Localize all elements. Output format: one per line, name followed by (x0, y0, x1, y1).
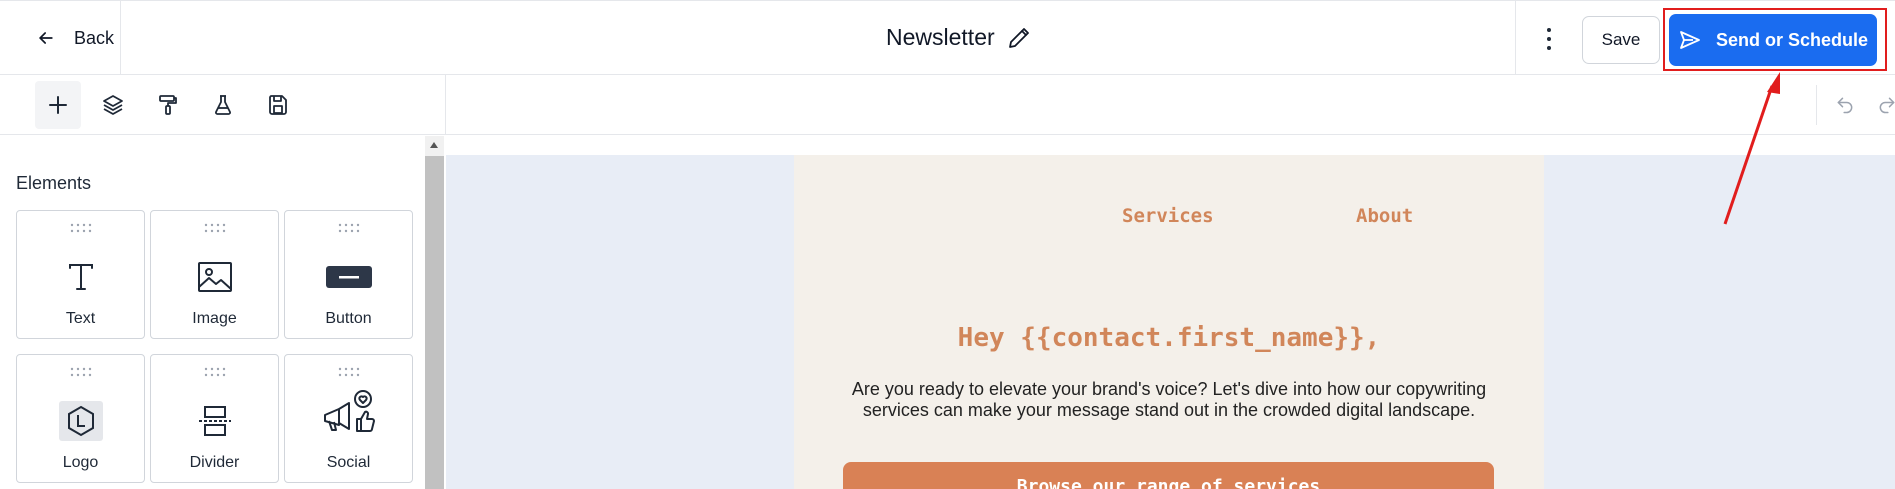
back-label: Back (74, 27, 115, 48)
element-card-text[interactable]: Text (16, 210, 145, 339)
layers-tab[interactable] (90, 81, 136, 129)
logo-icon (58, 401, 103, 441)
save-disk-icon (269, 95, 287, 115)
email-preview: Services About Hey {{contact.first_name}… (794, 155, 1544, 489)
email-body-line: services can make your message stand out… (862, 400, 1476, 420)
drag-handle-icon (338, 223, 360, 233)
social-icon (323, 390, 375, 432)
send-or-schedule-label: Send or Schedule (1715, 29, 1869, 50)
redo-icon[interactable] (1877, 95, 1895, 115)
pencil-edit-icon[interactable] (1007, 26, 1031, 50)
plus-icon (49, 96, 67, 114)
element-label: Divider (189, 454, 240, 471)
element-label: Social (326, 454, 371, 471)
element-card-logo[interactable]: Logo (16, 354, 145, 483)
divider-icon (198, 406, 231, 436)
panel-tabs (0, 75, 446, 135)
panel-title: Elements (16, 173, 92, 193)
text-icon (68, 264, 93, 290)
email-greeting[interactable]: Hey {{contact.first_name}}, (794, 323, 1544, 353)
drag-handle-icon (204, 367, 226, 377)
element-card-social[interactable]: Social (284, 354, 413, 483)
email-nav-services[interactable]: Services (1122, 205, 1214, 227)
drag-handle-icon (338, 367, 360, 377)
button-icon (325, 266, 372, 288)
save-template-tab[interactable] (255, 81, 301, 129)
panel-scrollbar[interactable] (425, 136, 444, 489)
email-body-text[interactable]: Are you ready to elevate your brand's vo… (844, 379, 1494, 421)
image-icon (197, 262, 232, 292)
email-nav-about[interactable]: About (1356, 205, 1413, 227)
arrow-left-icon (39, 32, 53, 44)
element-card-divider[interactable]: Divider (150, 354, 279, 483)
styles-tab[interactable] (145, 81, 191, 129)
paper-plane-icon (1680, 31, 1700, 49)
drag-handle-icon (204, 223, 226, 233)
scroll-up-arrow-icon (430, 142, 438, 148)
save-button[interactable]: Save (1582, 16, 1660, 64)
page-title: Newsletter (886, 24, 995, 50)
back-button[interactable]: Back (0, 1, 121, 75)
history-controls (1816, 85, 1895, 125)
email-cta-button[interactable]: Browse our range of services (843, 462, 1494, 489)
element-label: Text (65, 310, 96, 327)
elements-panel: Elements Text Image Button Logo Divider … (0, 136, 425, 489)
top-header: Back Newsletter Save (0, 0, 1895, 75)
more-options-icon[interactable] (1545, 28, 1553, 50)
element-card-image[interactable]: Image (150, 210, 279, 339)
layers-icon (103, 95, 123, 115)
paint-roller-icon (159, 95, 177, 115)
element-label: Image (192, 310, 237, 327)
undo-icon[interactable] (1835, 95, 1855, 115)
page-title-wrap: Newsletter (886, 24, 1031, 51)
send-or-schedule-button[interactable]: Send or Schedule (1669, 14, 1877, 66)
drag-handle-icon (70, 367, 92, 377)
drag-handle-icon (70, 223, 92, 233)
element-label: Logo (62, 454, 99, 471)
editor-toolbar (0, 75, 1895, 135)
flask-icon (215, 95, 231, 115)
add-elements-tab[interactable] (35, 81, 81, 129)
element-label: Button (325, 310, 372, 327)
element-card-button[interactable]: Button (284, 210, 413, 339)
email-body-line: Are you ready to elevate your brand's vo… (851, 379, 1487, 399)
test-tab[interactable] (200, 81, 246, 129)
